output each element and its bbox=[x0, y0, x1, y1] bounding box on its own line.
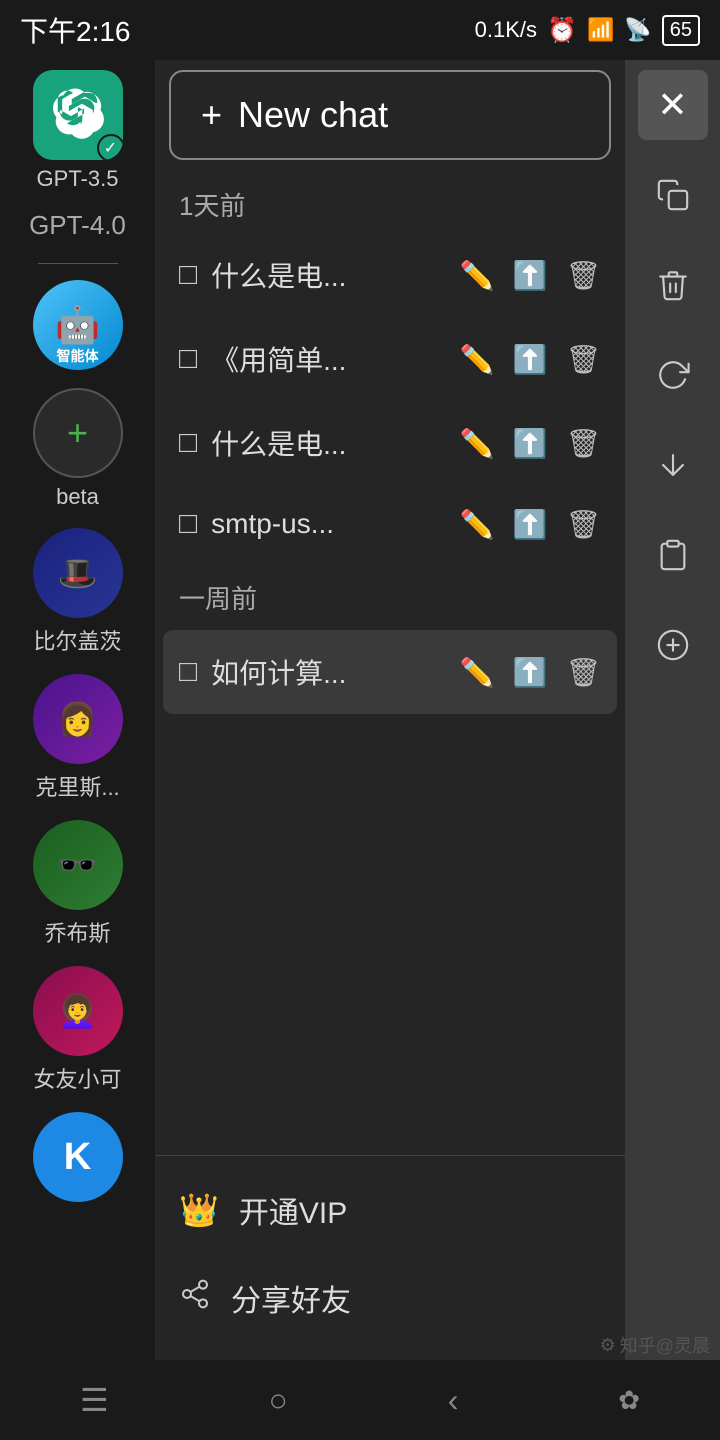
edit-icon-1[interactable]: ✏️ bbox=[460, 259, 495, 292]
refresh-button[interactable] bbox=[638, 340, 708, 410]
menu-nav-button[interactable]: ☰ bbox=[80, 1381, 109, 1419]
share-friends-icon bbox=[179, 1278, 211, 1318]
delete-icon-2[interactable]: 🗑 bbox=[565, 343, 601, 376]
delete-icon-3[interactable]: 🗑 bbox=[565, 427, 601, 460]
check-badge: ✓ bbox=[97, 134, 123, 160]
chat-title-5: 如何计算... bbox=[211, 652, 446, 692]
new-chat-plus-icon: + bbox=[201, 94, 222, 136]
sidebar-item-nvyou[interactable]: 👩‍🦱 女友小可 bbox=[33, 966, 123, 1094]
sidebar-item-k[interactable]: K bbox=[33, 1112, 123, 1202]
new-chat-label: New chat bbox=[238, 94, 388, 136]
divider bbox=[38, 263, 118, 264]
vip-label: 开通VIP bbox=[239, 1188, 347, 1232]
k-avatar: K bbox=[33, 1112, 123, 1202]
download-button[interactable] bbox=[638, 430, 708, 500]
kris-label: 克里斯... bbox=[35, 770, 119, 802]
jobs-avatar: 🕶️ bbox=[33, 820, 123, 910]
gpt35-label: GPT-3.5 bbox=[37, 166, 119, 192]
time-label-1day: 1天前 bbox=[155, 170, 625, 233]
battery-indicator: 65 bbox=[662, 15, 700, 46]
chat-bubble-icon-5: □ bbox=[179, 655, 197, 689]
right-panel: ✕ bbox=[625, 60, 720, 1440]
chat-bubble-icon-2: □ bbox=[179, 342, 197, 376]
chat-actions-3: ✏️ ⬆️ 🗑 bbox=[460, 427, 601, 460]
chat-actions-4: ✏️ ⬆️ 🗑 bbox=[460, 508, 601, 541]
alarm-icon: ⏰ bbox=[547, 16, 577, 45]
chat-panel: + New chat 1天前 □ 什么是电... ✏️ ⬆️ 🗑 □ 《用简单.… bbox=[155, 60, 625, 1440]
bottom-navigation: ☰ ○ ‹ ✿ bbox=[0, 1360, 720, 1440]
share-icon-5[interactable]: ⬆️ bbox=[513, 656, 548, 689]
share-icon-4[interactable]: ⬆️ bbox=[513, 508, 548, 541]
crown-icon: 👑 bbox=[179, 1191, 219, 1229]
status-time: 下午2:16 bbox=[20, 10, 131, 50]
chat-bubble-icon-4: □ bbox=[179, 507, 197, 541]
bill-avatar: 🎩 bbox=[33, 528, 123, 618]
sidebar-item-beta[interactable]: + beta bbox=[33, 388, 123, 510]
share-label: 分享好友 bbox=[231, 1276, 351, 1320]
clipboard-button[interactable] bbox=[638, 520, 708, 590]
copy-button[interactable] bbox=[638, 160, 708, 230]
kris-avatar: 👩 bbox=[33, 674, 123, 764]
vip-menu-item[interactable]: 👑 开通VIP bbox=[155, 1166, 625, 1254]
chat-bubble-icon-1: □ bbox=[179, 258, 197, 292]
delete-icon-4[interactable]: 🗑 bbox=[565, 508, 601, 541]
bill-label: 比尔盖茨 bbox=[33, 624, 121, 656]
share-icon-2[interactable]: ⬆️ bbox=[513, 343, 548, 376]
edit-icon-3[interactable]: ✏️ bbox=[460, 427, 495, 460]
sidebar-item-kris[interactable]: 👩 克里斯... bbox=[33, 674, 123, 802]
chat-item-1[interactable]: □ 什么是电... ✏️ ⬆️ 🗑 bbox=[163, 233, 617, 317]
gpt40-label: GPT-4.0 bbox=[29, 210, 126, 241]
delete-icon-1[interactable]: 🗑 bbox=[565, 259, 601, 292]
edit-icon-5[interactable]: ✏️ bbox=[460, 656, 495, 689]
main-container: ✓ GPT-3.5 GPT-4.0 🤖 智能体 + beta 🎩 比尔盖茨 bbox=[0, 60, 720, 1440]
avatar-sidebar: ✓ GPT-3.5 GPT-4.0 🤖 智能体 + beta 🎩 比尔盖茨 bbox=[0, 60, 155, 1440]
chat-actions-1: ✏️ ⬆️ 🗑 bbox=[460, 259, 601, 292]
status-icons: 0.1K/s ⏰ 📶 📡 65 bbox=[475, 15, 700, 46]
chat-item-3[interactable]: □ 什么是电... ✏️ ⬆️ 🗑 bbox=[163, 401, 617, 485]
home-nav-button[interactable]: ○ bbox=[269, 1382, 288, 1419]
beta-plus-icon: + bbox=[67, 415, 88, 451]
chat-item-4[interactable]: □ smtp-us... ✏️ ⬆️ 🗑 bbox=[163, 485, 617, 563]
beta-label: beta bbox=[56, 484, 99, 510]
signal-icon: 📶 bbox=[587, 17, 614, 43]
sidebar-item-gpt40[interactable]: GPT-4.0 bbox=[29, 210, 126, 241]
zhiti-avatar: 🤖 智能体 bbox=[33, 280, 123, 370]
edit-icon-2[interactable]: ✏️ bbox=[460, 343, 495, 376]
share-icon-1[interactable]: ⬆️ bbox=[513, 259, 548, 292]
beta-avatar: + bbox=[33, 388, 123, 478]
chat-title-4: smtp-us... bbox=[211, 508, 446, 540]
time-label-week: 一周前 bbox=[155, 563, 625, 626]
chat-bubble-icon-3: □ bbox=[179, 426, 197, 460]
sidebar-item-bill[interactable]: 🎩 比尔盖茨 bbox=[33, 528, 123, 656]
status-bar: 下午2:16 0.1K/s ⏰ 📶 📡 65 bbox=[0, 0, 720, 60]
chat-title-3: 什么是电... bbox=[211, 423, 446, 463]
share-menu-item[interactable]: 分享好友 bbox=[155, 1254, 625, 1342]
close-button[interactable]: ✕ bbox=[638, 70, 708, 140]
jobs-label: 乔布斯 bbox=[44, 916, 110, 948]
chat-actions-5: ✏️ ⬆️ 🗑 bbox=[460, 656, 601, 689]
sidebar-item-gpt35[interactable]: ✓ GPT-3.5 bbox=[33, 70, 123, 192]
share-icon-3[interactable]: ⬆️ bbox=[513, 427, 548, 460]
nvyou-label: 女友小可 bbox=[33, 1062, 121, 1094]
add-button[interactable] bbox=[638, 610, 708, 680]
delete-icon-5[interactable]: 🗑 bbox=[565, 656, 601, 689]
new-chat-button[interactable]: + New chat bbox=[169, 70, 611, 160]
back-nav-button[interactable]: ‹ bbox=[448, 1382, 459, 1419]
gpt35-avatar: ✓ bbox=[33, 70, 123, 160]
chat-title-1: 什么是电... bbox=[211, 255, 446, 295]
speed-indicator: 0.1K/s bbox=[475, 17, 537, 43]
sidebar-item-zhiti[interactable]: 🤖 智能体 bbox=[33, 280, 123, 370]
chat-title-2: 《用简单... bbox=[211, 339, 446, 379]
sidebar-item-jobs[interactable]: 🕶️ 乔布斯 bbox=[33, 820, 123, 948]
nvyou-avatar: 👩‍🦱 bbox=[33, 966, 123, 1056]
delete-button[interactable] bbox=[638, 250, 708, 320]
flower-nav-button[interactable]: ✿ bbox=[618, 1385, 640, 1416]
edit-icon-4[interactable]: ✏️ bbox=[460, 508, 495, 541]
chat-actions-2: ✏️ ⬆️ 🗑 bbox=[460, 343, 601, 376]
wifi-icon: 📡 bbox=[624, 17, 651, 43]
chat-item-5[interactable]: □ 如何计算... ✏️ ⬆️ 🗑 bbox=[163, 630, 617, 714]
chat-item-2[interactable]: □ 《用简单... ✏️ ⬆️ 🗑 bbox=[163, 317, 617, 401]
watermark: ⚙ 知乎@灵晨 bbox=[600, 1332, 710, 1358]
